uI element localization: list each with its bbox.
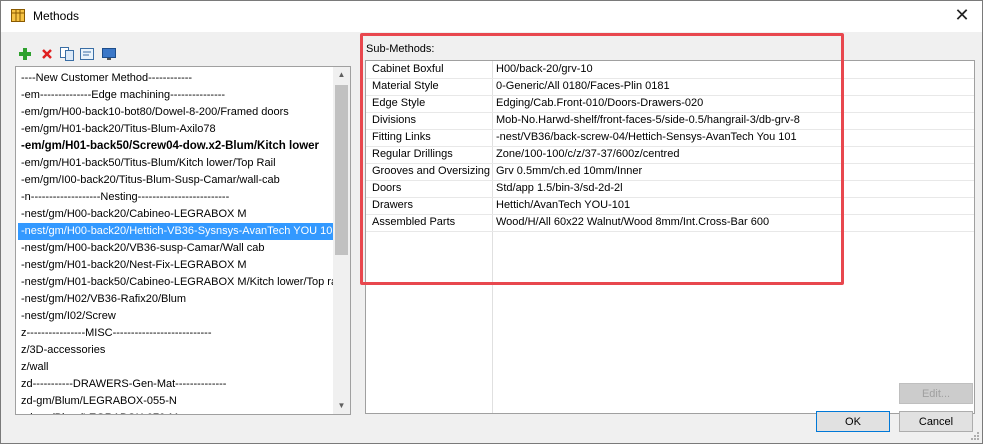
list-item[interactable]: z/3D-accessories [21, 342, 105, 359]
list-item[interactable]: -n-------------------Nesting------------… [21, 189, 229, 206]
ok-button[interactable]: OK [816, 411, 890, 432]
list-item[interactable]: -em/gm/H00-back10-bot80/Dowel-8-200/Fram… [21, 104, 289, 121]
edit-button[interactable]: Edit... [899, 383, 973, 404]
close-icon[interactable]: ✕ [952, 5, 972, 25]
list-item[interactable]: -em/gm/H01-back20/Titus-Blum-Axilo78 [21, 121, 216, 138]
monitor-icon[interactable] [101, 46, 117, 62]
highlight-frame [360, 33, 844, 285]
list-item[interactable]: -em/gm/H01-back50/Screw04-dow.x2-Blum/Ki… [21, 138, 319, 155]
edit-properties-icon[interactable] [79, 46, 95, 62]
scroll-up-arrow-icon[interactable]: ▲ [337, 71, 346, 79]
window-title: Methods [33, 9, 80, 23]
list-item[interactable]: -nest/gm/H01-back50/Cabineo-LEGRABOX M/K… [21, 274, 342, 291]
list-item[interactable]: z/wall [21, 359, 49, 376]
copy-icon[interactable] [59, 46, 75, 62]
list-item[interactable]: -em/gm/I00-back20/Titus-Blum-Susp-Camar/… [21, 172, 280, 189]
list-item[interactable]: -nest/gm/H00-back20/Cabineo-LEGRABOX M [21, 206, 247, 223]
list-item[interactable]: -em/gm/H01-back50/Titus-Blum/Kitch lower… [21, 155, 276, 172]
methods-app-icon [11, 9, 25, 22]
list-item[interactable]: -nest/gm/H02/VB36-Rafix20/Blum [21, 291, 186, 308]
title-bar: Methods ✕ [1, 1, 982, 32]
list-item[interactable]: -nest/gm/H00-back20/VB36-susp-Camar/Wall… [21, 240, 265, 257]
list-item[interactable]: ----New Customer Method------------ [21, 70, 192, 87]
list-item[interactable]: zd-----------DRAWERS-Gen-Mat------------… [21, 376, 226, 393]
resize-grip-icon[interactable] [970, 431, 980, 441]
add-icon[interactable] [17, 46, 33, 62]
list-item[interactable]: z----------------MISC-------------------… [21, 325, 212, 342]
list-item[interactable]: zd-gm/Blum/LEGRABOX-055-N [21, 393, 177, 410]
list-item[interactable]: -nest/gm/I02/Screw [21, 308, 116, 325]
list-item[interactable]: -nest/gm/H00-back20/Hettich-VB36-Sysnsys… [18, 223, 339, 240]
methods-dialog: Methods ✕ zd-gm/Blum/LEGRABOX-070-Mzd-gm… [0, 0, 983, 444]
scrollbar-thumb[interactable] [335, 85, 348, 255]
list-item[interactable]: zd-gm/Blum/LEGRABOX-070-M [21, 410, 178, 414]
cancel-button[interactable]: Cancel [899, 411, 973, 432]
vertical-scrollbar[interactable]: ▲ ▼ [333, 67, 350, 414]
scroll-down-arrow-icon[interactable]: ▼ [337, 402, 346, 410]
delete-icon[interactable] [39, 46, 55, 62]
list-item[interactable]: -em--------------Edge machining---------… [21, 87, 225, 104]
list-item[interactable]: -nest/gm/H01-back20/Nest-Fix-LEGRABOX M [21, 257, 247, 274]
methods-listbox[interactable]: zd-gm/Blum/LEGRABOX-070-Mzd-gm/Blum/LEGR… [15, 66, 351, 415]
